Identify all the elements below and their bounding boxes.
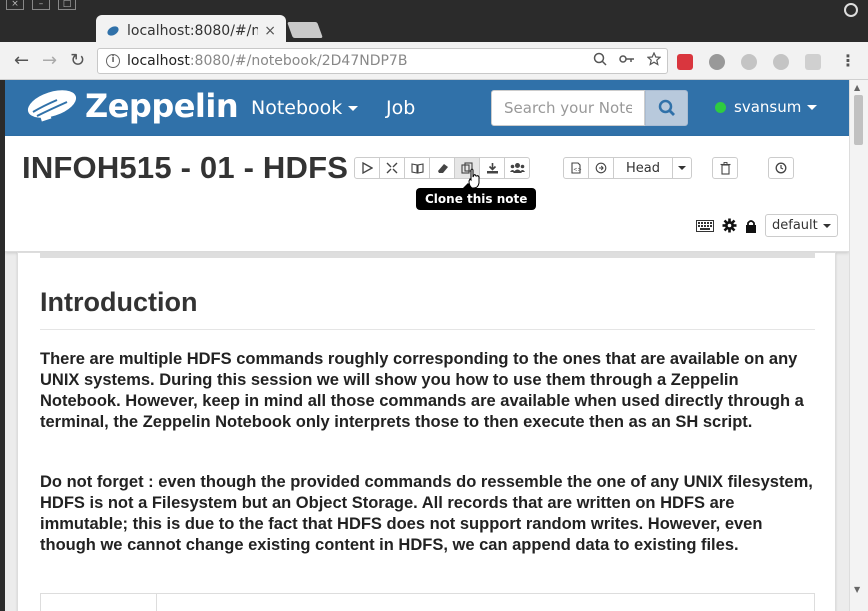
search-form [491,90,688,126]
permissions-button[interactable] [504,157,530,179]
window-close-icon[interactable]: × [6,0,24,10]
note-action-group [354,157,530,179]
extension-gray-icon[interactable] [741,54,757,70]
clear-output-button[interactable] [429,157,455,179]
version-control-group: <> Head [563,157,692,179]
tab-close-icon[interactable]: × [264,23,276,39]
caret-down-icon [348,106,359,111]
caret-down-icon [678,166,686,170]
note-settings-toolbar: default [696,214,838,237]
revision-dropdown[interactable]: Head [613,157,673,179]
scrollbar-thumb[interactable] [854,95,863,145]
paragraph-editor-bar [40,253,815,258]
keyboard-icon[interactable] [696,219,714,232]
page-viewport: Zeppelin Notebook Job svansum INFOH515 -… [5,80,849,611]
username: svansum [734,98,802,116]
bookmark-star-icon[interactable] [647,52,661,66]
caret-down-icon [807,104,818,110]
toggle-code-button[interactable] [379,157,405,179]
caret-down-icon [822,223,831,228]
window-maximize-icon[interactable]: □ [58,0,76,10]
play-icon [362,162,373,174]
zeppelin-navbar: Zeppelin Notebook Job svansum [5,80,849,136]
back-button[interactable]: ← [14,51,29,71]
brand[interactable]: Zeppelin [23,86,239,126]
commit-button[interactable]: <> [563,157,589,179]
search-icon [658,99,675,116]
arrow-circle-icon [595,162,607,174]
download-icon [486,163,498,174]
note-title[interactable]: INFOH515 - 01 - HDFS [22,150,348,186]
reload-button[interactable]: ↻ [70,51,85,71]
paragraph-text-1: There are multiple HDFS commands roughly… [40,350,804,431]
notebook-menu[interactable]: Notebook [251,97,359,119]
book-icon [410,163,424,174]
remove-group [712,157,738,179]
job-link[interactable]: Job [386,97,415,119]
trash-icon [720,161,730,175]
tab-title: localhost:8080/#/n [127,23,259,39]
profile-icon[interactable] [844,3,858,17]
svg-text:<>: <> [573,167,581,173]
window-minimize-icon[interactable]: – [32,0,50,10]
table [40,593,815,611]
browser-tab[interactable]: localhost:8080/#/n × [96,15,286,42]
clone-tooltip: Clone this note [416,183,537,210]
zoom-icon[interactable] [593,52,607,66]
export-note-button[interactable] [479,157,505,179]
zeppelin-logo-icon [27,90,77,122]
collapse-icon [386,162,398,174]
notebook-menu-label: Notebook [251,97,343,119]
file-code-icon: <> [571,162,582,174]
adblock-icon[interactable] [709,54,725,70]
delete-note-button[interactable] [712,157,738,179]
address-bar[interactable]: i localhost:8080/#/notebook/2D47NDP7B [97,48,668,74]
revision-caret-button[interactable] [672,157,692,179]
browser-menu-icon[interactable]: ⋮ [840,51,856,70]
gear-icon[interactable] [722,218,737,233]
url-host: localhost [127,53,190,69]
zeppelin-favicon-icon [107,26,119,36]
forward-button[interactable]: → [42,51,57,71]
clock-icon [775,162,787,174]
scroll-down-icon[interactable]: ▼ [854,585,860,594]
table-column-divider [156,594,157,611]
browser-titlebar: × – □ localhost:8080/#/n × [0,0,868,42]
hand-cursor-icon [468,168,480,189]
search-input[interactable] [491,90,645,126]
run-all-button[interactable] [354,157,380,179]
toggle-output-button[interactable] [404,157,430,179]
paragraph-heading: Introduction [40,287,198,317]
user-menu[interactable]: svansum [715,98,818,116]
extension-gray2-icon[interactable] [773,54,789,70]
paragraph: Introduction There are multiple HDFS com… [17,252,836,611]
paragraph-text-2: Do not forget : even though the provided… [40,473,813,554]
info-icon[interactable]: i [106,54,120,68]
online-status-icon [715,101,726,113]
url-path: :8080/#/notebook/2D47NDP7B [189,53,408,69]
page-scrollbar[interactable]: ▲ ▼ [849,80,868,611]
interpreter-label: default [772,218,818,233]
schedule-group [768,157,794,179]
extension-red-icon[interactable] [677,54,693,70]
interpreter-dropdown[interactable]: default [765,214,838,237]
extension-gray3-icon[interactable] [805,54,821,70]
brand-name: Zeppelin [85,87,239,125]
scroll-up-icon[interactable]: ▲ [854,83,860,92]
lock-icon[interactable] [745,219,757,233]
new-tab-button[interactable] [287,22,323,38]
browser-toolbar: ← → ↻ i localhost:8080/#/notebook/2D47ND… [0,42,868,80]
heading-divider [40,329,815,330]
eraser-icon [437,164,448,173]
scheduler-button[interactable] [768,157,794,179]
set-revision-button[interactable] [588,157,614,179]
users-icon [509,163,525,173]
key-icon[interactable] [619,52,635,66]
search-button[interactable] [645,90,688,126]
